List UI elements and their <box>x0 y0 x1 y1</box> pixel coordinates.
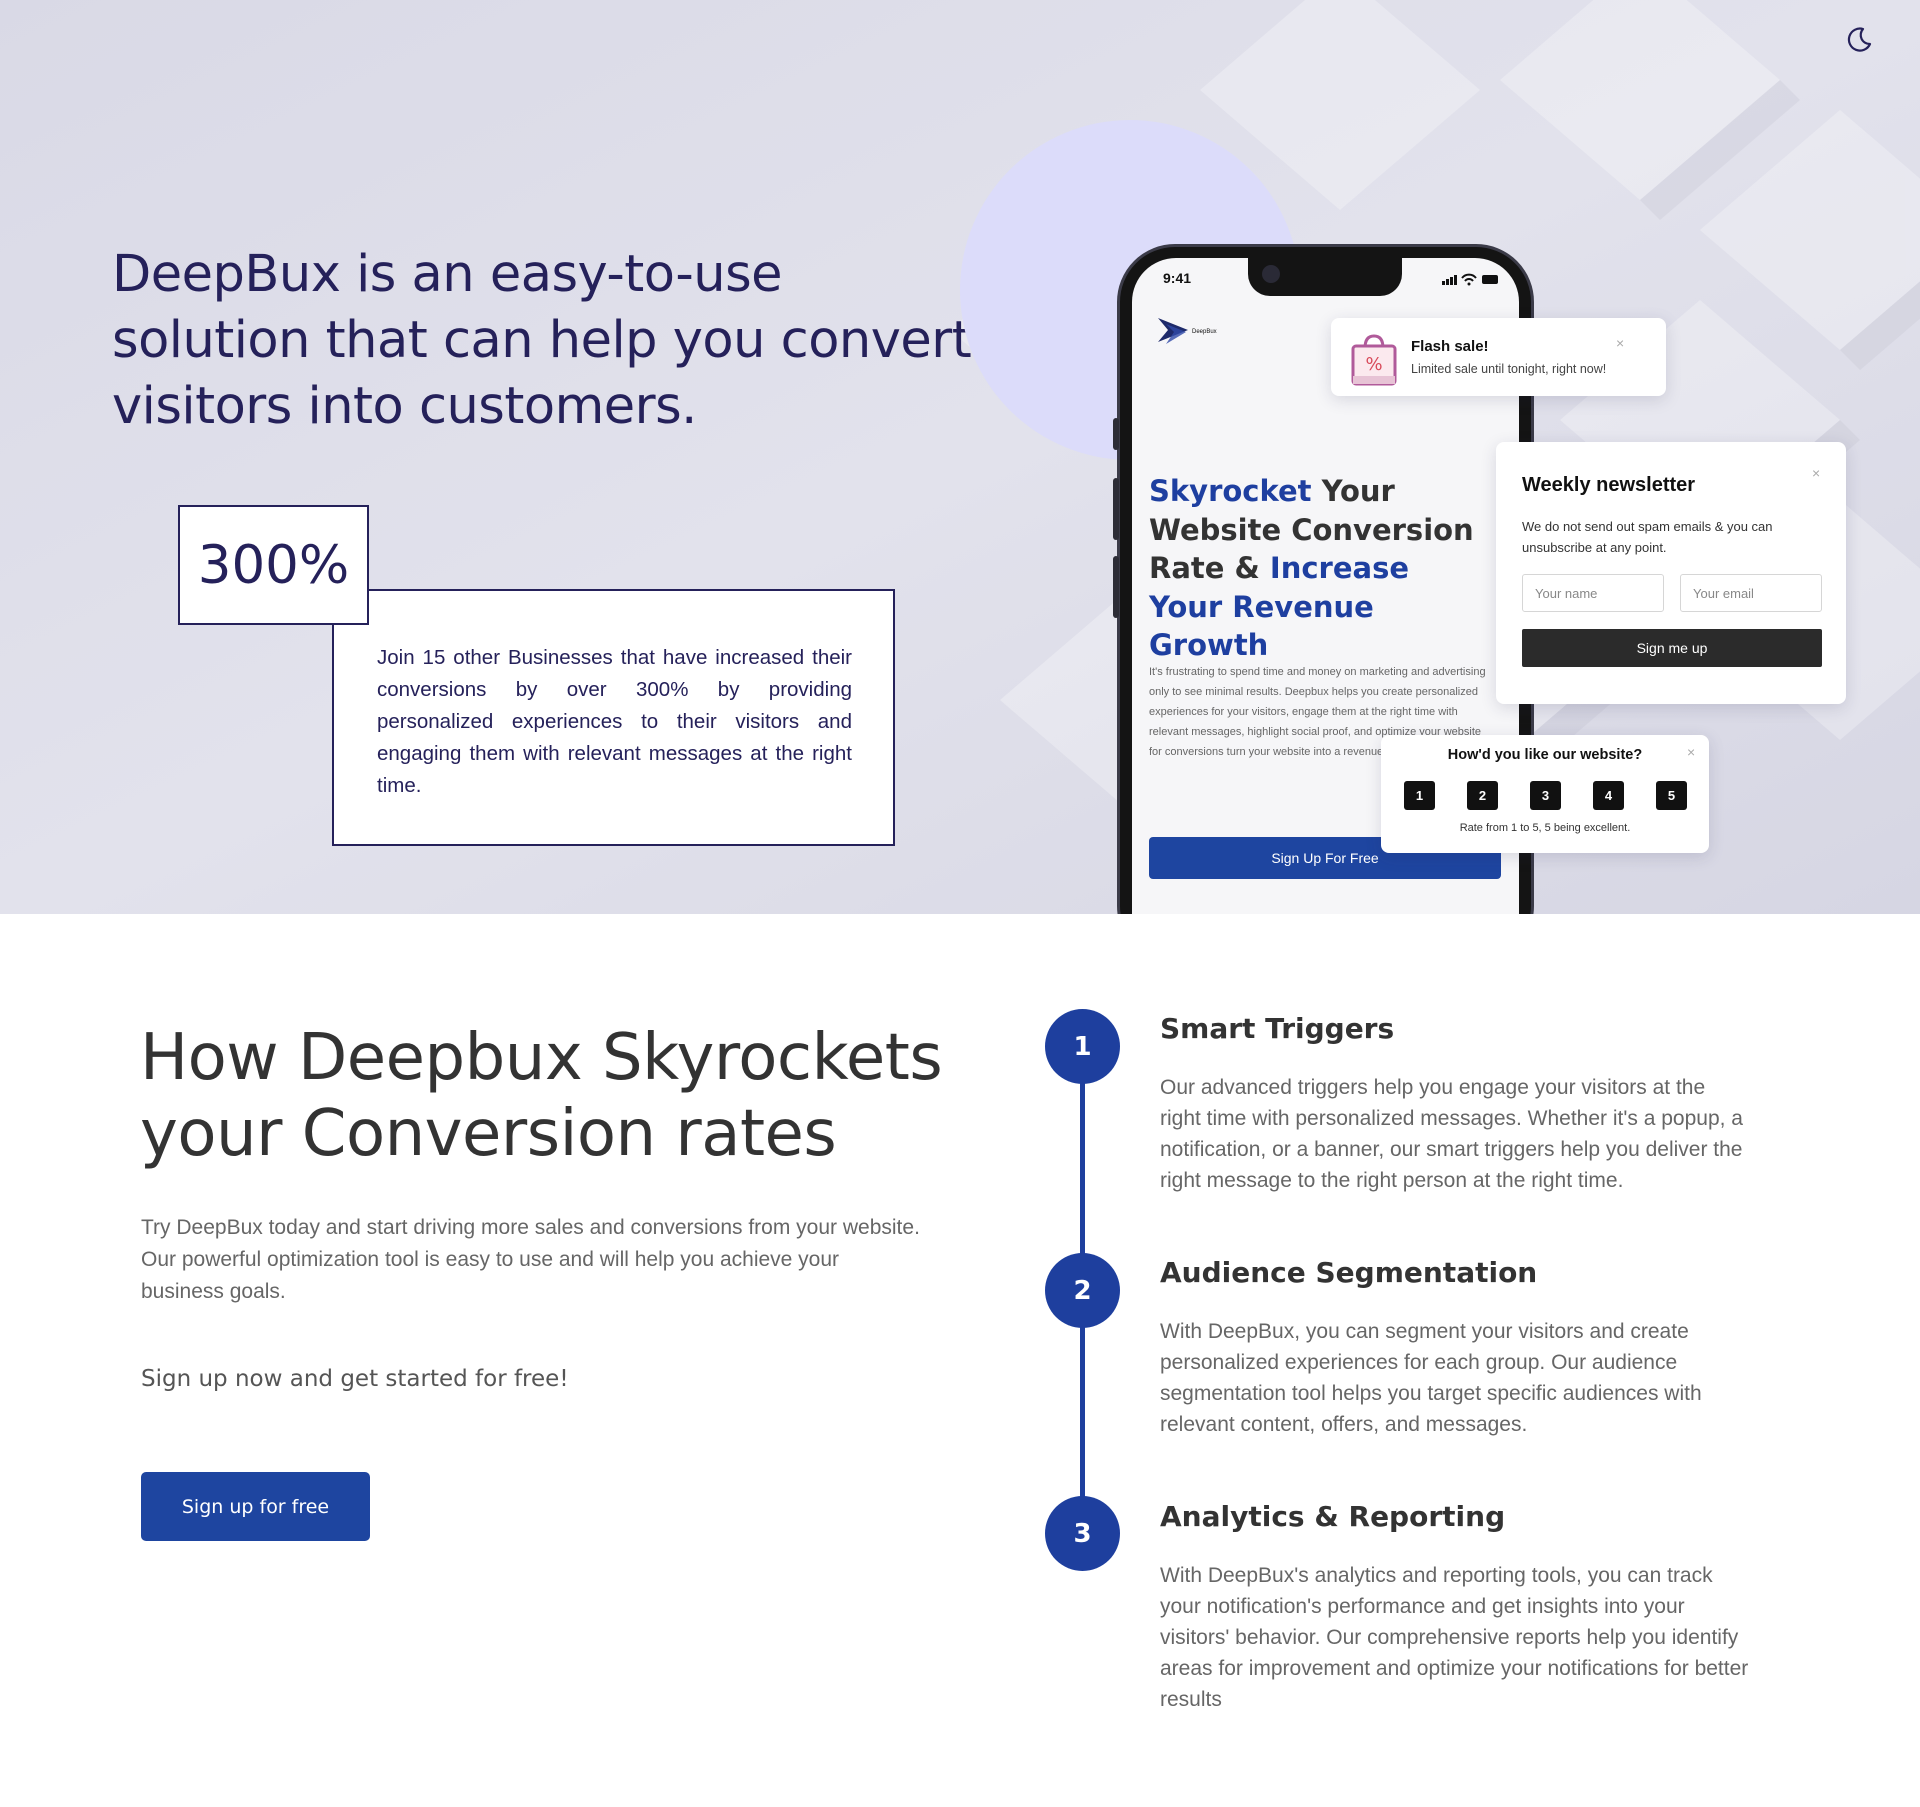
rating-widget: × How'd you like our website? 1 2 3 4 5 … <box>1381 735 1709 853</box>
flash-sale-notification[interactable]: % Flash sale! Limited sale until tonight… <box>1331 318 1666 396</box>
how-signup-text: Sign up now and get started for free! <box>141 1366 569 1392</box>
step-description: With DeepBux, you can segment your visit… <box>1160 1320 1702 1436</box>
step-number: 1 <box>1045 1009 1120 1084</box>
signup-free-button[interactable]: Sign up for free <box>141 1472 370 1541</box>
step-title: Smart Triggers <box>1160 1012 1395 1045</box>
svg-text:%: % <box>1365 354 1382 375</box>
rating-question: How'd you like our website? <box>1447 747 1643 763</box>
shopping-bag-percent-icon: % <box>1345 330 1403 388</box>
rating-option-1[interactable]: 1 <box>1404 781 1435 810</box>
newsletter-popup: × Weekly newsletter We do not send out s… <box>1496 442 1846 704</box>
step-description: Our advanced triggers help you engage yo… <box>1160 1076 1743 1192</box>
flash-sale-subtitle: Limited sale until tonight, right now! <box>1411 362 1607 376</box>
step-description: With DeepBux's analytics and reporting t… <box>1160 1564 1749 1711</box>
rating-option-2[interactable]: 2 <box>1467 781 1498 810</box>
hero-section: DeepBux is an easy-to-use solution that … <box>0 0 1920 914</box>
step-title: Analytics & Reporting <box>1160 1500 1506 1533</box>
rating-option-3[interactable]: 3 <box>1530 781 1561 810</box>
phone-side-button <box>1113 556 1119 618</box>
rating-option-4[interactable]: 4 <box>1593 781 1624 810</box>
newsletter-title: Weekly newsletter <box>1522 474 1696 496</box>
phone-camera <box>1262 265 1280 283</box>
phone-time: 9:41 <box>1163 270 1192 286</box>
phone-headline: Skyrocket Your Website Conversion Rate &… <box>1149 472 1479 665</box>
how-title: How Deepbux Skyrockets your Conversion r… <box>140 1021 943 1171</box>
step-number: 3 <box>1045 1496 1120 1571</box>
step-title: Audience Segmentation <box>1160 1256 1538 1289</box>
close-icon[interactable]: × <box>1812 466 1820 480</box>
close-icon[interactable]: × <box>1616 336 1624 350</box>
phone-logo-text: DeepBux <box>1192 329 1217 335</box>
phone-side-button <box>1113 418 1119 450</box>
stat-card: Join 15 other Businesses that have incre… <box>332 589 895 846</box>
newsletter-email-input[interactable] <box>1680 574 1822 612</box>
phone-side-button <box>1113 478 1119 540</box>
newsletter-name-input[interactable] <box>1522 574 1664 612</box>
newsletter-signup-button[interactable]: Sign me up <box>1522 629 1822 667</box>
hero-title: DeepBux is an easy-to-use solution that … <box>112 245 972 436</box>
step-number: 2 <box>1045 1253 1120 1328</box>
phone-headline-highlight: Skyrocket <box>1149 474 1312 508</box>
rating-option-5[interactable]: 5 <box>1656 781 1687 810</box>
stat-text: Join 15 other Businesses that have incre… <box>377 646 852 797</box>
newsletter-description: We do not send out spam emails & you can… <box>1522 519 1773 555</box>
moon-icon[interactable] <box>1842 22 1876 56</box>
stat-badge: 300% <box>178 505 369 625</box>
phone-status-icons <box>1442 273 1498 286</box>
flash-sale-title: Flash sale! <box>1411 338 1489 355</box>
rating-hint: Rate from 1 to 5, 5 being excellent. <box>1459 822 1631 834</box>
how-description: Try DeepBux today and start driving more… <box>141 1216 920 1303</box>
rating-options: 1 2 3 4 5 <box>1404 781 1687 810</box>
